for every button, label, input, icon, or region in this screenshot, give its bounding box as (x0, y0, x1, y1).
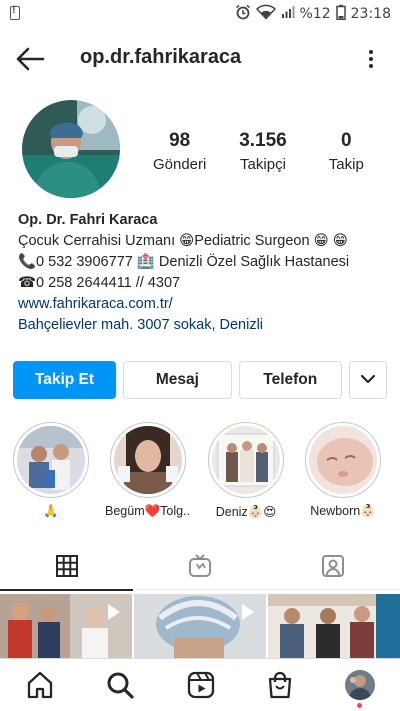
post-thumbnail[interactable] (134, 594, 266, 658)
bio-line: 📞0 532 3906777 🏥 Denizli Özel Sağlık Has… (18, 254, 350, 270)
profile-bio: Op. Dr. Fahri Karaca Çocuk Cerrahisi Uzm… (18, 210, 388, 336)
bottom-navigation (0, 658, 400, 711)
following-stat[interactable]: 0 Takip (306, 130, 386, 173)
status-bar: %12 23:18 (0, 0, 400, 28)
suggested-accounts-button[interactable] (348, 361, 387, 399)
alert-icon (10, 4, 20, 20)
highlight-cover (17, 426, 85, 494)
arrow-left-icon[interactable] (14, 46, 46, 72)
highlight-item[interactable]: Newborn👶🏻 (300, 422, 386, 519)
notification-dot (357, 703, 362, 708)
highlight-label: Newborn👶🏻 (310, 504, 376, 518)
tab-tagged[interactable] (266, 546, 399, 590)
tagged-icon (321, 554, 345, 583)
posts-label: Gönderi (152, 156, 207, 173)
bio-line: ☎0 258 2644411 // 4307 (18, 275, 181, 291)
follow-button[interactable]: Takip Et (13, 361, 116, 399)
battery-icon (335, 4, 346, 24)
post-thumbnail[interactable] (268, 594, 400, 658)
bio-line: Çocuk Cerrahisi Uzmanı 😁Pediatric Surgeo… (18, 233, 348, 249)
tab-igtv[interactable] (133, 546, 266, 590)
grid-icon (55, 554, 78, 582)
chevron-down-icon (360, 371, 376, 389)
search-icon[interactable] (105, 670, 135, 700)
posts-stat[interactable]: 98 Gönderi (140, 130, 220, 173)
followers-label: Takipçi (240, 156, 286, 173)
posts-count: 98 (169, 130, 191, 151)
profile-stats: 98 Gönderi 3.156 Takipçi 0 Takip (138, 130, 388, 173)
post-thumbnail[interactable] (0, 594, 132, 658)
profile-tabs (0, 546, 400, 591)
highlight-ring (110, 422, 186, 498)
igtv-icon (188, 553, 212, 583)
address-link[interactable]: Bahçelievler mah. 3007 sokak, Denizli (18, 315, 388, 336)
more-vertical-icon[interactable] (364, 46, 378, 72)
highlight-label: Deniz👶🏻😍 (215, 505, 277, 519)
highlight-label: Begüm❤️Tolg... (105, 504, 191, 518)
reels-icon[interactable] (186, 670, 216, 700)
alarm-icon (235, 4, 251, 24)
highlight-item[interactable]: 🙏 (8, 422, 94, 519)
highlight-ring (13, 422, 89, 498)
highlight-ring (305, 422, 381, 498)
highlight-cover (212, 426, 280, 494)
message-button[interactable]: Mesaj (122, 361, 232, 399)
phone-button[interactable]: Telefon (238, 361, 342, 399)
followers-count: 3.156 (239, 130, 287, 151)
wifi-icon (255, 4, 276, 24)
status-icons: %12 23:18 (235, 4, 391, 24)
following-count: 0 (341, 130, 352, 151)
page-title: op.dr.fahrikaraca (80, 46, 242, 68)
following-label: Takip (328, 156, 364, 173)
battery-percent: %12 (299, 6, 331, 22)
story-highlights: 🙏 Begüm❤️Tolg... Deniz👶🏻😍 Newborn👶🏻 (0, 422, 400, 526)
followers-stat[interactable]: 3.156 Takipçi (223, 130, 303, 173)
website-link[interactable]: www.fahrikaraca.com.tr/ (18, 294, 388, 315)
highlight-cover (114, 426, 182, 494)
profile-actions: Takip Et Mesaj Telefon (13, 361, 387, 399)
highlight-item[interactable]: Deniz👶🏻😍 (203, 422, 289, 520)
avatar[interactable] (22, 100, 120, 198)
post-grid (0, 594, 400, 658)
highlight-cover (309, 426, 377, 494)
highlight-label: 🙏 (43, 504, 59, 518)
highlight-ring (208, 422, 284, 498)
highlight-item[interactable]: Begüm❤️Tolg... (105, 422, 191, 519)
profile-name: Op. Dr. Fahri Karaca (18, 212, 158, 228)
clock: 23:18 (350, 6, 391, 22)
home-icon[interactable] (25, 670, 55, 700)
tab-grid[interactable] (0, 546, 133, 591)
shop-icon[interactable] (265, 670, 295, 700)
active-tab-indicator (0, 589, 133, 591)
profile-header: op.dr.fahrikaraca (0, 36, 400, 82)
profile-avatar-icon[interactable] (345, 670, 375, 700)
signal-icon (281, 5, 295, 23)
